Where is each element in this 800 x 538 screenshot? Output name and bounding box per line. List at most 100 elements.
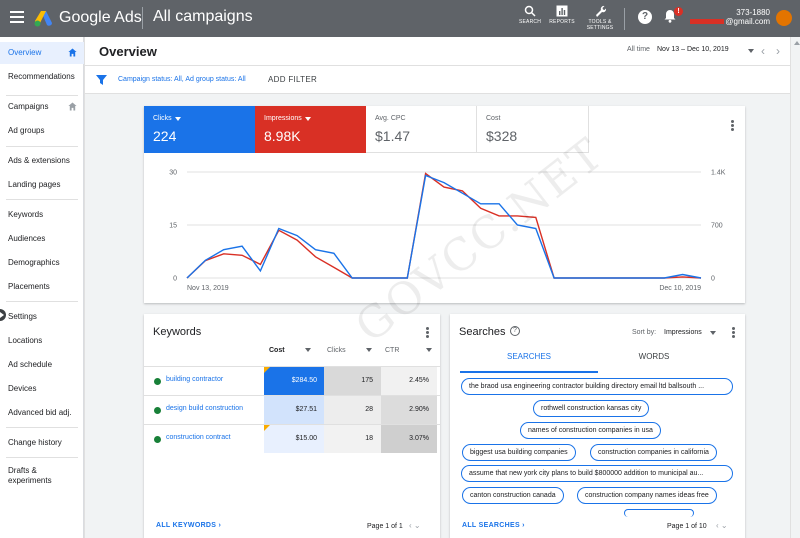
sidebar-item-ad-schedule[interactable]: Ad schedule bbox=[0, 354, 84, 376]
more-options-icon[interactable] bbox=[732, 327, 735, 339]
search-term-chip[interactable]: names of construction companies in usa bbox=[520, 422, 661, 439]
sidebar-item-ad-groups[interactable]: Ad groups bbox=[0, 120, 84, 142]
keyword-link[interactable]: construction contract bbox=[166, 434, 231, 441]
tools-settings-button[interactable]: TOOLS & SETTINGS bbox=[583, 5, 617, 31]
search-term-chip[interactable]: assume that new york city plans to build… bbox=[461, 465, 733, 482]
sidebar-item-change-history[interactable]: Change history bbox=[0, 432, 84, 454]
all-keywords-link[interactable]: ALL KEYWORDS › bbox=[156, 522, 221, 529]
sidebar-item-keywords[interactable]: Keywords bbox=[0, 204, 84, 226]
sidebar-item-demographics[interactable]: Demographics bbox=[0, 252, 84, 274]
chevron-right-icon[interactable]: › bbox=[776, 44, 780, 58]
search-term-chip[interactable]: biggest usa building companies bbox=[462, 444, 576, 461]
search-term-chip[interactable]: rothwell construction kansas city bbox=[533, 400, 650, 417]
account-id-line: 373-1880 bbox=[690, 8, 770, 17]
sidebar-item-label: Ad schedule bbox=[8, 360, 53, 369]
sidebar-item-landing-pages[interactable]: Landing pages bbox=[0, 174, 84, 196]
sidebar-divider bbox=[6, 457, 78, 458]
filter-status[interactable]: Campaign status: All, Ad group status: A… bbox=[118, 76, 246, 83]
metric-value: 8.98K bbox=[264, 128, 301, 144]
column-header-label: CTR bbox=[385, 347, 400, 354]
sort-by-select[interactable]: Impressions bbox=[664, 329, 702, 336]
home-icon bbox=[68, 48, 77, 57]
searches-card: Searches ? Sort by: Impressions SEARCHES… bbox=[450, 314, 745, 538]
tab-searches[interactable]: SEARCHES bbox=[460, 352, 598, 373]
metric-impressions[interactable]: Impressions 8.98K bbox=[255, 106, 366, 153]
account-title: All campaigns bbox=[153, 8, 253, 25]
sidebar-item-audiences[interactable]: Audiences bbox=[0, 228, 84, 250]
search-term-chip[interactable]: the braod usa engineering contractor bui… bbox=[461, 378, 733, 395]
sidebar-item-advanced-bid-adj[interactable]: Advanced bid adj. bbox=[0, 402, 84, 424]
sidebar-item-label: Ad groups bbox=[8, 126, 45, 135]
sidebar-item-placements[interactable]: Placements bbox=[0, 276, 84, 298]
metric-clicks[interactable]: Clicks 224 bbox=[144, 106, 255, 153]
search-term-chip[interactable]: construction companies in california bbox=[590, 444, 717, 461]
filter-icon[interactable] bbox=[96, 75, 107, 85]
page-title: Overview bbox=[99, 44, 157, 59]
ctr-cell: 2.90% bbox=[381, 396, 437, 424]
search-term-chip-partial[interactable] bbox=[624, 509, 694, 517]
brand-divider bbox=[142, 7, 143, 29]
ctr-cell: 2.45% bbox=[381, 367, 437, 395]
status-dot-icon bbox=[154, 407, 161, 414]
column-header-label: Clicks bbox=[327, 347, 346, 354]
more-options-icon[interactable] bbox=[731, 120, 734, 132]
search-button[interactable]: SEARCH bbox=[513, 5, 547, 25]
brand-name: Google Ads bbox=[59, 9, 142, 26]
search-term-chip[interactable]: canton construction canada bbox=[462, 487, 564, 504]
sidebar-item-settings[interactable]: Settings bbox=[0, 306, 84, 328]
sidebar: Overview Recommendations Campaigns Ad gr… bbox=[0, 37, 84, 538]
reports-button[interactable]: REPORTS bbox=[545, 5, 579, 25]
pager-arrows[interactable]: ‹ ⌄ bbox=[409, 521, 421, 530]
page-header: Overview All time Nov 13 – Dec 10, 2019 … bbox=[85, 37, 800, 66]
searches-title: Searches bbox=[459, 326, 506, 338]
column-header-ctr[interactable]: CTR bbox=[385, 347, 437, 362]
add-filter-button[interactable]: ADD FILTER bbox=[268, 75, 317, 84]
wrench-icon bbox=[596, 5, 606, 17]
all-searches-link[interactable]: ALL SEARCHES › bbox=[462, 522, 525, 529]
help-icon[interactable]: ? bbox=[510, 326, 520, 336]
chevron-down-icon[interactable] bbox=[748, 49, 754, 53]
table-row[interactable]: design build construction $27.51 28 2.90… bbox=[144, 395, 440, 424]
sidebar-item-devices[interactable]: Devices bbox=[0, 378, 84, 400]
sort-by-label: Sort by: bbox=[632, 329, 657, 336]
pager-status: Page 1 of 1 bbox=[367, 523, 403, 530]
table-row[interactable]: building contractor $284.50 175 2.45% bbox=[144, 366, 440, 395]
scrollbar[interactable] bbox=[790, 37, 800, 538]
keyword-link[interactable]: design build construction bbox=[166, 405, 243, 412]
keywords-card: Keywords Cost Clicks CTR building contra… bbox=[144, 314, 440, 538]
sidebar-item-ads-extensions[interactable]: Ads & extensions bbox=[0, 150, 84, 172]
more-options-icon[interactable] bbox=[426, 327, 429, 339]
google-ads-logo[interactable] bbox=[34, 8, 54, 28]
sidebar-item-overview[interactable]: Overview bbox=[0, 42, 84, 64]
sidebar-item-label: Change history bbox=[8, 438, 62, 447]
avatar[interactable] bbox=[776, 10, 792, 26]
scroll-up-arrow[interactable] bbox=[794, 41, 800, 45]
account-info[interactable]: 373-1880 @gmail.com bbox=[690, 8, 770, 26]
sidebar-item-locations[interactable]: Locations bbox=[0, 330, 84, 352]
chart-x-end-label: Dec 10, 2019 bbox=[659, 285, 701, 292]
search-term-chip[interactable]: construction company names ideas free bbox=[577, 487, 717, 504]
pager-arrows[interactable]: ‹ ⌄ bbox=[716, 521, 728, 530]
chevron-down-icon[interactable] bbox=[710, 331, 716, 335]
sidebar-item-recommendations[interactable]: Recommendations bbox=[0, 66, 84, 88]
menu-icon[interactable] bbox=[10, 11, 24, 23]
chevron-down-icon bbox=[304, 116, 311, 121]
keyword-link[interactable]: building contractor bbox=[166, 376, 223, 383]
tab-words[interactable]: WORDS bbox=[585, 352, 723, 373]
sidebar-item-drafts-experiments[interactable]: Drafts & experiments bbox=[0, 461, 84, 491]
chevron-left-icon[interactable]: ‹ bbox=[761, 44, 765, 58]
reports-label: REPORTS bbox=[549, 19, 575, 25]
sidebar-item-campaigns[interactable]: Campaigns bbox=[0, 96, 84, 118]
account-number: 373-1880 bbox=[736, 8, 770, 17]
column-header-cost[interactable]: Cost bbox=[269, 347, 324, 362]
metric-avg-cpc[interactable]: Avg. CPC $1.47 bbox=[366, 106, 477, 153]
metric-clicks-label-row: Clicks bbox=[153, 115, 246, 122]
chart-left-tick-label: 30 bbox=[169, 170, 177, 177]
pager-status: Page 1 of 10 bbox=[667, 523, 707, 530]
help-icon[interactable]: ? bbox=[638, 10, 652, 24]
metric-label: Impressions bbox=[264, 115, 302, 122]
sidebar-item-label: Placements bbox=[8, 282, 50, 291]
sidebar-item-label: Settings bbox=[8, 312, 37, 321]
table-row[interactable]: construction contract $15.00 18 3.07% bbox=[144, 424, 440, 453]
date-range-picker[interactable]: Nov 13 – Dec 10, 2019 bbox=[657, 46, 729, 53]
